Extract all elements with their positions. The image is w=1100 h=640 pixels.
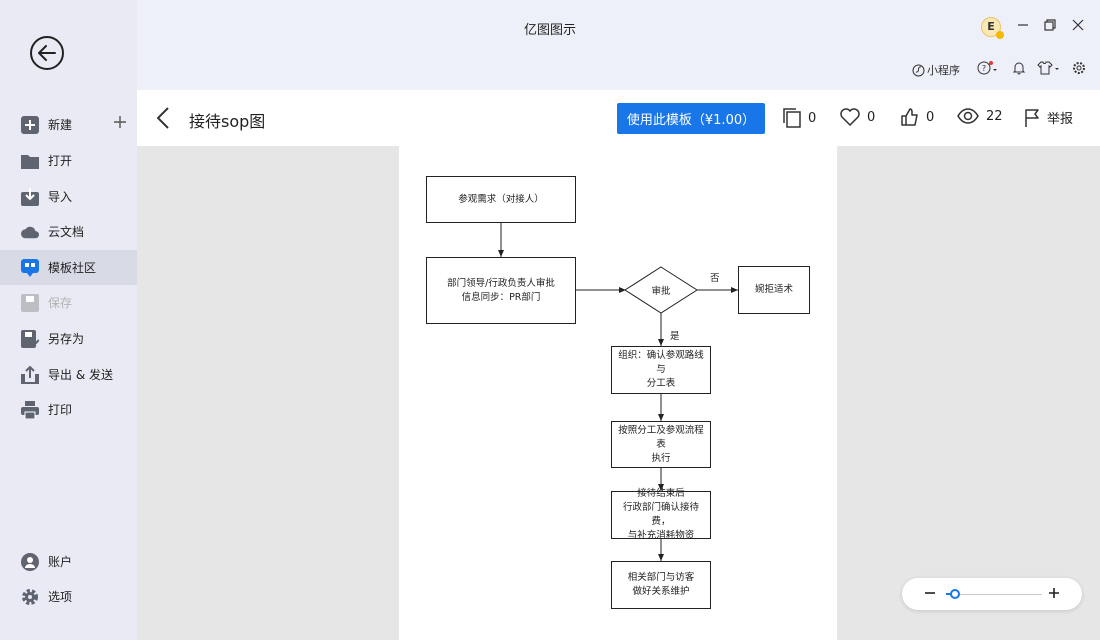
settings-icon: [21, 588, 39, 606]
sidebar-item-label: 账户: [48, 555, 73, 569]
folder-icon: [21, 152, 39, 170]
thumbs-up-icon: [901, 108, 918, 126]
plus-icon[interactable]: [113, 115, 127, 132]
mini-program-icon: [912, 64, 925, 76]
bell-icon: [1012, 62, 1026, 75]
flow-no-label: 否: [710, 273, 720, 284]
sidebar-item-label: 新建: [48, 118, 73, 132]
flow-node-execute: 按照分工及参观流程表 执行: [611, 421, 711, 468]
back-button[interactable]: [30, 36, 64, 70]
plus-icon: [1049, 588, 1059, 598]
eye-icon: [957, 108, 979, 124]
sidebar-item-template-community[interactable]: 模板社区: [0, 250, 137, 285]
close-button[interactable]: [1070, 17, 1086, 33]
flow-node-confirm-fees: 接待结束后 行政部门确认接待费， 与补充消耗物资: [611, 488, 711, 541]
sidebar-item-account[interactable]: 账户: [0, 544, 137, 579]
sidebar-item-label: 模板社区: [48, 261, 97, 275]
flow-node-approval: 部门领导/行政负责人审批 信息同步：PR部门: [426, 257, 576, 324]
chevron-left-icon: [156, 107, 169, 129]
zoom-in-button[interactable]: [1048, 586, 1060, 600]
sidebar-item-open[interactable]: 打开: [0, 143, 137, 178]
sidebar-item-label: 导入: [48, 190, 73, 204]
zoom-slider-track[interactable]: [946, 594, 1042, 595]
template-back-button[interactable]: [156, 107, 169, 132]
community-icon: [21, 258, 39, 277]
sidebar-item-export[interactable]: 导出 & 发送: [0, 357, 137, 392]
sidebar: 新建 打开 导入 云文档 模板社区 保存 另存为 导出 & 发送 打印 账户 选…: [0, 0, 137, 640]
close-icon: [1072, 19, 1084, 31]
zoom-slider-thumb[interactable]: [950, 589, 960, 599]
arrow-left-icon: [38, 45, 56, 61]
canvas: 参观需求（对接人） 部门领导/行政负责人审批 信息同步：PR部门 审批 否 婉拒…: [137, 146, 1100, 640]
flow-node-organize: 组织：确认参观路线与 分工表: [611, 346, 711, 394]
settings-button[interactable]: [1072, 61, 1086, 75]
like-count[interactable]: 0: [901, 108, 934, 126]
zoom-out-button[interactable]: [924, 586, 936, 600]
restore-icon: [1044, 19, 1056, 31]
favorite-count[interactable]: 0: [840, 108, 875, 126]
sidebar-item-print[interactable]: 打印: [0, 392, 137, 427]
app-title: 亿图图示: [523, 23, 576, 38]
save-as-icon: [21, 329, 39, 348]
flow-node-reject: 婉拒适术: [738, 266, 810, 314]
minus-icon: [925, 592, 935, 594]
save-icon: [21, 293, 39, 312]
theme-button[interactable]: [1037, 61, 1061, 75]
flow-node-relationship: 相关部门与访客 做好关系维护: [611, 561, 711, 609]
sidebar-item-save[interactable]: 保存: [0, 285, 137, 320]
import-icon: [21, 187, 39, 206]
sidebar-item-label: 另存为: [48, 332, 85, 346]
title-bar: 亿图图示 E 小程序 ?: [137, 0, 1100, 90]
copy-icon: [783, 108, 801, 128]
flag-icon: [1025, 108, 1039, 127]
mini-program-label: 小程序: [927, 64, 960, 77]
gear-icon: [1073, 62, 1085, 74]
account-icon: [21, 552, 39, 571]
shirt-icon: [1037, 61, 1059, 75]
use-template-button[interactable]: 使用此模板（¥1.00）: [617, 103, 765, 134]
view-count: 22: [957, 108, 1003, 124]
sidebar-item-import[interactable]: 导入: [0, 179, 137, 214]
sidebar-item-save-as[interactable]: 另存为: [0, 321, 137, 356]
copy-count[interactable]: 0: [783, 108, 816, 128]
sidebar-item-options[interactable]: 选项: [0, 579, 137, 614]
sidebar-item-label: 打开: [48, 154, 73, 168]
sidebar-item-new[interactable]: 新建: [0, 107, 137, 142]
restore-button[interactable]: [1042, 17, 1058, 33]
sidebar-item-label: 云文档: [48, 225, 85, 239]
sidebar-item-label: 保存: [48, 296, 73, 310]
sidebar-item-label: 打印: [48, 403, 73, 417]
help-button[interactable]: ?: [977, 61, 999, 75]
print-icon: [21, 400, 39, 419]
sidebar-item-label: 选项: [48, 590, 73, 604]
minimize-button[interactable]: [1015, 17, 1031, 33]
template-header: 接待sop图 使用此模板（¥1.00） 0 0 0 22 举报: [137, 90, 1100, 146]
zoom-control: [902, 578, 1082, 610]
export-icon: [21, 365, 39, 384]
flow-yes-label: 是: [670, 331, 680, 342]
avatar[interactable]: E: [981, 17, 1004, 39]
cloud-icon: [21, 223, 39, 241]
minimize-icon: [1018, 24, 1028, 26]
notification-button[interactable]: [1012, 61, 1026, 75]
page-title: 接待sop图: [189, 112, 266, 131]
help-icon: ?: [977, 61, 997, 75]
sidebar-item-cloud[interactable]: 云文档: [0, 214, 137, 249]
badge-icon: [996, 31, 1004, 39]
report-button[interactable]: 举报: [1024, 108, 1073, 127]
flow-node-visit-request: 参观需求（对接人）: [426, 176, 576, 223]
diagram-page: 参观需求（对接人） 部门领导/行政负责人审批 信息同步：PR部门 审批 否 婉拒…: [399, 146, 837, 640]
heart-icon: [840, 108, 860, 126]
mini-program-button[interactable]: 小程序: [912, 62, 960, 78]
plus-square-icon: [21, 115, 39, 134]
flow-decision-label: 审批: [651, 286, 671, 297]
svg-text:?: ?: [982, 64, 986, 73]
sidebar-item-label: 导出 & 发送: [48, 368, 113, 382]
